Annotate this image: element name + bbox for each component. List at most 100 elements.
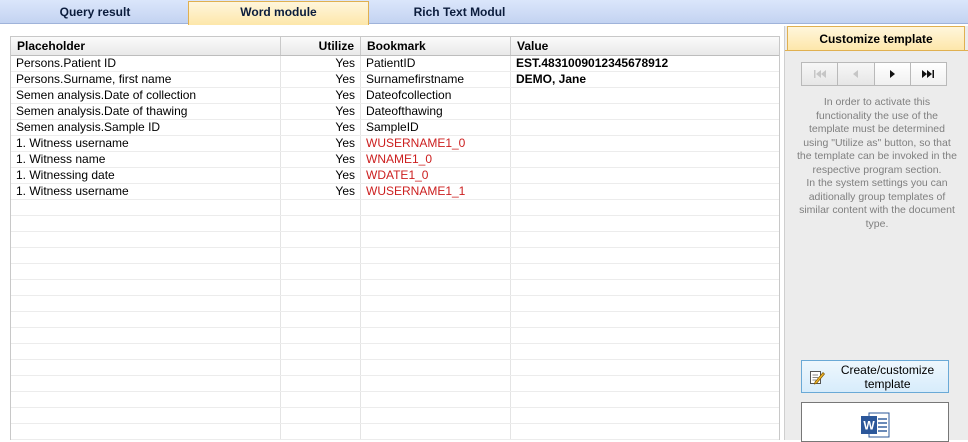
placeholder-cell[interactable]: [11, 392, 281, 407]
placeholder-cell[interactable]: [11, 200, 281, 215]
placeholder-cell[interactable]: [11, 408, 281, 423]
placeholder-cell[interactable]: [11, 248, 281, 263]
value-cell[interactable]: [511, 184, 779, 199]
utilize-cell[interactable]: [281, 248, 361, 263]
table-row[interactable]: 1. Witnessing date Yes WDATE1_0: [11, 168, 779, 184]
bookmark-cell[interactable]: [361, 376, 511, 391]
placeholder-cell[interactable]: 1. Witness name: [11, 152, 281, 167]
placeholder-cell[interactable]: Semen analysis.Sample ID: [11, 120, 281, 135]
utilize-cell[interactable]: [281, 408, 361, 423]
value-cell[interactable]: [511, 168, 779, 183]
bookmark-cell[interactable]: PatientID: [361, 56, 511, 71]
value-cell[interactable]: [511, 264, 779, 279]
utilize-cell[interactable]: [281, 424, 361, 439]
value-cell[interactable]: [511, 360, 779, 375]
bookmark-cell[interactable]: [361, 216, 511, 231]
table-row[interactable]: [11, 200, 779, 216]
nav-prev-button[interactable]: [838, 63, 875, 85]
create-customize-template-button[interactable]: Create/customize template: [801, 360, 949, 393]
placeholder-cell[interactable]: [11, 232, 281, 247]
utilize-cell[interactable]: [281, 328, 361, 343]
value-cell[interactable]: [511, 104, 779, 119]
placeholder-cell[interactable]: Persons.Patient ID: [11, 56, 281, 71]
utilize-cell[interactable]: [281, 392, 361, 407]
bookmark-cell[interactable]: WNAME1_0: [361, 152, 511, 167]
bookmark-cell[interactable]: [361, 424, 511, 439]
bookmark-cell[interactable]: WUSERNAME1_1: [361, 184, 511, 199]
table-row[interactable]: [11, 248, 779, 264]
table-row[interactable]: 1. Witness name Yes WNAME1_0: [11, 152, 779, 168]
table-row[interactable]: [11, 296, 779, 312]
utilize-cell[interactable]: Yes: [281, 88, 361, 103]
table-row[interactable]: [11, 392, 779, 408]
placeholder-cell[interactable]: [11, 264, 281, 279]
nav-first-button[interactable]: [802, 63, 839, 85]
bookmark-cell[interactable]: [361, 312, 511, 327]
value-cell[interactable]: [511, 296, 779, 311]
bookmark-cell[interactable]: Dateofcollection: [361, 88, 511, 103]
utilize-cell[interactable]: Yes: [281, 152, 361, 167]
bookmark-cell[interactable]: [361, 392, 511, 407]
table-row[interactable]: 1. Witness username Yes WUSERNAME1_0: [11, 136, 779, 152]
bookmark-cell[interactable]: [361, 328, 511, 343]
value-cell[interactable]: [511, 136, 779, 151]
utilize-cell[interactable]: [281, 200, 361, 215]
bookmark-cell[interactable]: [361, 296, 511, 311]
placeholder-cell[interactable]: 1. Witness username: [11, 136, 281, 151]
col-header-value[interactable]: Value: [511, 37, 779, 55]
placeholder-cell[interactable]: 1. Witnessing date: [11, 168, 281, 183]
utilize-cell[interactable]: [281, 232, 361, 247]
placeholder-cell[interactable]: [11, 312, 281, 327]
table-row[interactable]: Semen analysis.Date of thawing Yes Dateoft…: [11, 104, 779, 120]
utilize-cell[interactable]: [281, 296, 361, 311]
utilize-cell[interactable]: [281, 216, 361, 231]
utilize-cell[interactable]: Yes: [281, 72, 361, 87]
bookmark-cell[interactable]: SampleID: [361, 120, 511, 135]
utilize-cell[interactable]: Yes: [281, 104, 361, 119]
placeholder-cell[interactable]: [11, 376, 281, 391]
nav-next-button[interactable]: [874, 63, 911, 85]
value-cell[interactable]: [511, 200, 779, 215]
table-row[interactable]: [11, 376, 779, 392]
placeholder-cell[interactable]: [11, 424, 281, 439]
bookmark-cell[interactable]: [361, 344, 511, 359]
table-row[interactable]: Semen analysis.Sample ID Yes SampleID: [11, 120, 779, 136]
value-cell[interactable]: [511, 232, 779, 247]
col-header-utilize[interactable]: Utilize: [281, 37, 361, 55]
bookmark-cell[interactable]: [361, 248, 511, 263]
table-row[interactable]: 1. Witness username Yes WUSERNAME1_1: [11, 184, 779, 200]
bookmark-cell[interactable]: [361, 408, 511, 423]
utilize-cell[interactable]: [281, 360, 361, 375]
utilize-cell[interactable]: Yes: [281, 120, 361, 135]
bookmark-cell[interactable]: [361, 200, 511, 215]
utilize-cell[interactable]: Yes: [281, 168, 361, 183]
open-word-button[interactable]: W: [801, 402, 949, 442]
utilize-cell[interactable]: [281, 312, 361, 327]
value-cell[interactable]: [511, 408, 779, 423]
bookmark-cell[interactable]: WDATE1_0: [361, 168, 511, 183]
col-header-placeholder[interactable]: Placeholder: [11, 37, 281, 55]
table-row[interactable]: [11, 328, 779, 344]
value-cell[interactable]: [511, 88, 779, 103]
value-cell[interactable]: [511, 152, 779, 167]
value-cell[interactable]: [511, 376, 779, 391]
placeholder-cell[interactable]: [11, 296, 281, 311]
placeholder-cell[interactable]: Semen analysis.Date of thawing: [11, 104, 281, 119]
placeholder-cell[interactable]: [11, 360, 281, 375]
value-cell[interactable]: [511, 344, 779, 359]
utilize-cell[interactable]: Yes: [281, 56, 361, 71]
tab-query-result[interactable]: Query result: [0, 2, 190, 24]
value-cell[interactable]: EST.4831009012345678912: [511, 56, 779, 71]
bookmark-cell[interactable]: [361, 360, 511, 375]
placeholder-cell[interactable]: 1. Witness username: [11, 184, 281, 199]
customize-template-tab[interactable]: Customize template: [787, 26, 965, 50]
table-row[interactable]: [11, 424, 779, 440]
placeholder-cell[interactable]: [11, 216, 281, 231]
table-row[interactable]: Persons.Patient ID Yes PatientID EST.483100…: [11, 56, 779, 72]
value-cell[interactable]: [511, 280, 779, 295]
value-cell[interactable]: [511, 216, 779, 231]
placeholder-cell[interactable]: [11, 344, 281, 359]
value-cell[interactable]: [511, 328, 779, 343]
placeholder-cell[interactable]: [11, 328, 281, 343]
table-row[interactable]: Persons.Surname, first name Yes Surnamefir…: [11, 72, 779, 88]
